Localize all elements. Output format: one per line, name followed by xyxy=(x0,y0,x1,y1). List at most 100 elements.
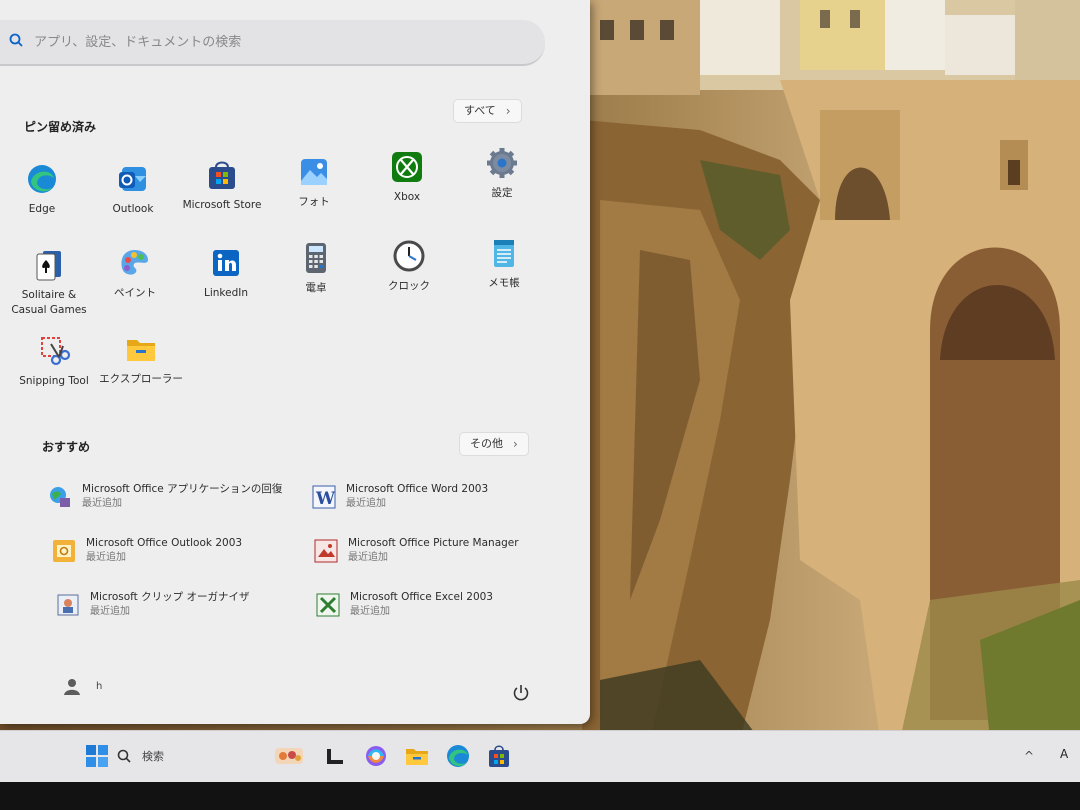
linkedin-icon xyxy=(209,246,243,280)
app-label: Xbox xyxy=(393,191,421,203)
photos-icon xyxy=(297,155,331,189)
search-input[interactable] xyxy=(32,30,516,54)
app-label: Edge xyxy=(28,203,56,215)
recommended-item-office-recovery[interactable]: Microsoft Office アプリケーションの回復 最近追加 xyxy=(48,482,282,516)
recommended-title-text: Microsoft Office アプリケーションの回復 xyxy=(82,483,283,495)
svg-text:W: W xyxy=(315,489,336,509)
app-label: Outlook xyxy=(112,203,154,215)
pinned-app-explorer[interactable]: エクスプローラー xyxy=(93,332,189,387)
pinned-app-settings[interactable]: 設定 xyxy=(454,146,550,201)
start-button[interactable] xyxy=(84,743,110,769)
all-apps-label: すべて xyxy=(464,104,496,117)
power-button[interactable] xyxy=(510,682,532,704)
excel-icon xyxy=(316,593,340,617)
pinned-app-paint[interactable]: ペイント xyxy=(87,246,183,301)
solitaire-icon xyxy=(32,248,66,282)
recommended-more-button[interactable]: その他 › xyxy=(459,432,529,456)
start-menu: ピン留め済み すべて › Edge Outlook Microsoft Stor… xyxy=(0,0,590,724)
app-label: 設定 xyxy=(491,187,513,199)
recommended-more-label: その他 xyxy=(470,437,503,450)
taskbar-search[interactable]: 検索 xyxy=(116,742,256,770)
app-label: Snipping Tool xyxy=(19,375,89,387)
taskbar-edge-button[interactable] xyxy=(445,743,471,769)
user-name: h xyxy=(96,680,103,692)
widget-icon xyxy=(275,748,303,764)
recommended-item-picture-manager[interactable]: Microsoft Office Picture Manager 最近追加 xyxy=(314,536,519,570)
pinned-app-notepad[interactable]: メモ帳 xyxy=(456,236,552,291)
paint-icon xyxy=(118,246,152,280)
pinned-app-snipping-tool[interactable]: Snipping Tool xyxy=(6,334,102,389)
notepad-icon xyxy=(487,236,521,270)
taskbar-explorer-button[interactable] xyxy=(404,743,430,769)
gear-icon xyxy=(485,146,519,180)
folder-icon xyxy=(406,749,428,765)
pinned-app-xbox[interactable]: Xbox xyxy=(359,150,455,205)
start-search-box[interactable] xyxy=(0,20,545,66)
pinned-app-calculator[interactable]: 電卓 xyxy=(268,241,364,296)
pinned-app-microsoft-store[interactable]: Microsoft Store xyxy=(174,158,270,213)
recommended-subtitle: 最近追加 xyxy=(90,606,130,617)
recommended-subtitle: 最近追加 xyxy=(346,498,386,509)
pinned-app-solitaire[interactable]: Solitaire & Casual Games xyxy=(1,248,97,318)
xbox-icon xyxy=(390,150,424,184)
power-icon xyxy=(513,685,529,701)
ime-indicator[interactable]: A xyxy=(1060,747,1068,761)
taskbar-store-button[interactable] xyxy=(486,743,512,769)
taskbar-widget-button[interactable] xyxy=(274,743,304,769)
pinned-app-photos[interactable]: フォト xyxy=(266,155,362,210)
recommended-subtitle: 最近追加 xyxy=(350,606,390,617)
app-label: メモ帳 xyxy=(488,277,520,289)
task-view-icon xyxy=(327,749,343,764)
store-icon xyxy=(205,158,239,192)
app-label: クロック xyxy=(388,280,430,292)
user-avatar-icon xyxy=(64,679,80,695)
recommended-title-text: Microsoft クリップ オーガナイザ xyxy=(90,591,250,603)
taskbar-search-label: 検索 xyxy=(142,750,164,763)
calculator-icon xyxy=(299,241,333,275)
outlook-icon xyxy=(116,162,150,196)
search-icon xyxy=(9,33,23,47)
recommended-subtitle: 最近追加 xyxy=(82,498,122,509)
chevron-right-icon: › xyxy=(505,104,511,118)
recommended-item-excel-2003[interactable]: Microsoft Office Excel 2003 最近追加 xyxy=(316,590,493,624)
taskbar-task-view-button[interactable] xyxy=(322,743,348,769)
chevron-right-icon: › xyxy=(513,437,518,451)
pinned-app-edge[interactable]: Edge xyxy=(0,162,90,217)
pinned-app-clock[interactable]: クロック xyxy=(361,239,457,294)
edge-icon xyxy=(447,745,469,767)
pinned-app-outlook[interactable]: Outlook xyxy=(85,162,181,217)
app-label: フォト xyxy=(298,196,330,208)
recommended-subtitle: 最近追加 xyxy=(86,552,126,563)
taskbar: 検索 ^ A xyxy=(0,730,1080,783)
word-icon: W xyxy=(312,485,336,509)
app-label-line1: Solitaire & xyxy=(21,289,77,301)
app-label: LinkedIn xyxy=(203,287,248,299)
app-label-line2: Casual Games xyxy=(11,304,87,316)
app-label: エクスプローラー xyxy=(99,373,183,385)
pinned-title: ピン留め済み xyxy=(24,120,97,134)
recommended-title-text: Microsoft Office Picture Manager xyxy=(348,537,519,549)
app-label: Microsoft Store xyxy=(182,199,262,211)
recommended-item-clip-organizer[interactable]: Microsoft クリップ オーガナイザ 最近追加 xyxy=(56,590,249,624)
recommended-title-text: Microsoft Office Excel 2003 xyxy=(350,591,493,603)
taskbar-copilot-button[interactable] xyxy=(363,743,389,769)
pinned-app-linkedin[interactable]: LinkedIn xyxy=(178,246,274,301)
recommended-item-word-2003[interactable]: W Microsoft Office Word 2003 最近追加 xyxy=(312,482,488,516)
recommended-subtitle: 最近追加 xyxy=(348,552,388,563)
search-icon xyxy=(117,749,131,763)
all-apps-button[interactable]: すべて › xyxy=(453,99,522,123)
snipping-tool-icon xyxy=(37,334,71,368)
app-label: 電卓 xyxy=(305,282,327,294)
office-recovery-icon xyxy=(48,485,72,509)
user-account-button[interactable]: h xyxy=(62,676,102,696)
clock-icon xyxy=(392,239,426,273)
recommended-title-text: Microsoft Office Outlook 2003 xyxy=(86,537,243,549)
picture-manager-icon xyxy=(314,539,338,563)
store-icon xyxy=(489,745,509,767)
edge-icon xyxy=(25,162,59,196)
screen: ピン留め済み すべて › Edge Outlook Microsoft Stor… xyxy=(0,0,1080,810)
tray-chevron-icon[interactable]: ^ xyxy=(1024,749,1034,763)
copilot-icon xyxy=(366,746,386,766)
recommended-item-outlook-2003[interactable]: Microsoft Office Outlook 2003 最近追加 xyxy=(52,536,242,570)
app-label: Solitaire & Casual Games xyxy=(1,288,97,318)
